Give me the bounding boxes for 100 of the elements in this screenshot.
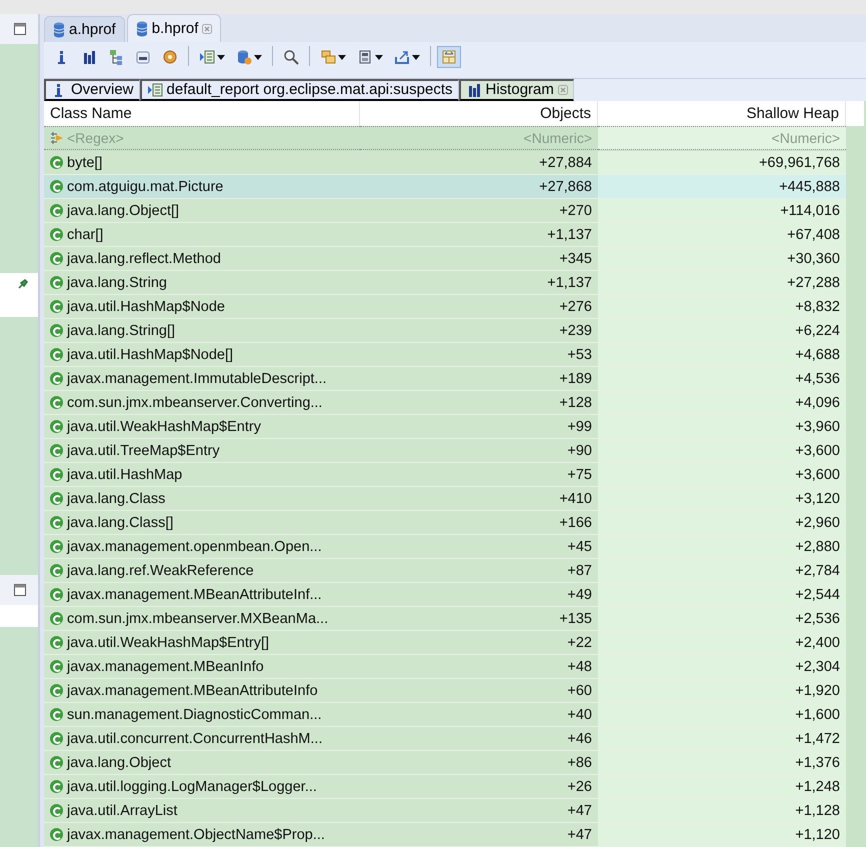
class-icon (50, 684, 63, 697)
caret-icon (217, 54, 225, 60)
class-icon (50, 468, 63, 481)
table-cell: +1,472 (598, 727, 846, 751)
table-cell: +90 (360, 439, 598, 463)
class-icon (50, 804, 63, 817)
table-cell: +49 (360, 583, 598, 607)
class-name-cell: javax.management.MBeanAttributeInfo (44, 679, 360, 703)
class-icon (50, 492, 63, 505)
class-icon (50, 396, 63, 409)
table-cell: +239 (360, 319, 598, 343)
table-cell: +4,536 (598, 367, 846, 391)
calculator-icon (357, 49, 373, 65)
table-cell: +75 (360, 463, 598, 487)
class-name-cell: char[] (44, 223, 360, 247)
tree-icon (108, 49, 124, 65)
editor-tab[interactable]: b.hprof (126, 14, 222, 42)
table-cell: +3,120 (598, 487, 846, 511)
class-name-cell: javax.management.ObjectName$Prop... (44, 823, 360, 847)
table-cell: +46 (360, 727, 598, 751)
class-icon (50, 828, 63, 841)
table-cell: +1,920 (598, 679, 846, 703)
table-cell: +2,536 (598, 607, 846, 631)
table-cell: +445,888 (598, 175, 846, 199)
table-cell: +135 (360, 607, 598, 631)
class-name-cell: javax.management.openmbean.Open... (44, 535, 360, 559)
table-cell: +27,288 (598, 271, 846, 295)
pin-icon[interactable] (18, 279, 28, 289)
class-icon (50, 276, 63, 289)
class-icon (50, 588, 63, 601)
class-name-cell: java.util.WeakHashMap$Entry (44, 415, 360, 439)
table-cell: +3,600 (598, 439, 846, 463)
class-name-cell: java.lang.Class[] (44, 511, 360, 535)
table-cell: +22 (360, 631, 598, 655)
database-icon (136, 20, 148, 36)
table-cell: +67,408 (598, 223, 846, 247)
editor-tab[interactable]: a.hprof (44, 16, 125, 42)
class-name-cell: java.lang.Class (44, 487, 360, 511)
table-cell: +1,137 (360, 271, 598, 295)
search-icon (283, 49, 299, 65)
class-name-cell: javax.management.MBeanAttributeInf... (44, 583, 360, 607)
view-tab[interactable]: Histogram (458, 78, 574, 101)
minimize-icon[interactable] (14, 23, 26, 35)
table-cell: +114,016 (598, 199, 846, 223)
filter-icon (50, 131, 64, 145)
table-cell: +2,304 (598, 655, 846, 679)
class-icon (50, 444, 63, 457)
class-name-cell: java.util.WeakHashMap$Entry[] (44, 631, 360, 655)
class-name-cell: java.lang.String (44, 271, 360, 295)
table-cell: +6,224 (598, 319, 846, 343)
table-cell: +48 (360, 655, 598, 679)
class-name-cell: java.lang.ref.WeakReference (44, 559, 360, 583)
table-cell: +1,248 (598, 775, 846, 799)
report-icon (199, 49, 215, 65)
table-cell: +60 (360, 679, 598, 703)
table-cell: +3,600 (598, 463, 846, 487)
table-cell: +69,961,768 (598, 151, 846, 175)
class-icon (50, 420, 63, 433)
table-cell: +410 (360, 487, 598, 511)
class-icon (50, 516, 63, 529)
table-cell: +128 (360, 391, 598, 415)
class-icon (50, 564, 63, 577)
table-cell: +166 (360, 511, 598, 535)
table-cell: +40 (360, 703, 598, 727)
table-cell: +345 (360, 247, 598, 271)
table-cell: +27,868 (360, 175, 598, 199)
class-name-cell: java.util.concurrent.ConcurrentHashM... (44, 727, 360, 751)
minimize-icon[interactable] (14, 584, 26, 596)
table-cell: +1,600 (598, 703, 846, 727)
table-cell: +2,880 (598, 535, 846, 559)
database-icon (53, 22, 65, 38)
class-name-cell: java.lang.Object (44, 751, 360, 775)
column-header[interactable]: Shallow Heap (598, 101, 846, 126)
table-cell: +27,884 (360, 151, 598, 175)
table-cell: +2,400 (598, 631, 846, 655)
table-cell: +53 (360, 343, 598, 367)
view-tab[interactable]: Overview (44, 78, 140, 101)
table-cell: +2,960 (598, 511, 846, 535)
class-icon (50, 636, 63, 649)
table-cell: +87 (360, 559, 598, 583)
class-name-cell: java.util.logging.LogManager$Logger... (44, 775, 360, 799)
class-icon (50, 780, 63, 793)
class-icon (50, 660, 63, 673)
class-icon (50, 324, 63, 337)
layout-icon (441, 49, 457, 65)
table-cell: +270 (360, 199, 598, 223)
table-cell: +276 (360, 295, 598, 319)
view-tab[interactable]: default_report org.eclipse.mat.api:suspects (140, 78, 459, 101)
caret-icon (412, 54, 420, 60)
table-cell: +8,832 (598, 295, 846, 319)
table-cell: +47 (360, 799, 598, 823)
column-header[interactable]: Objects (360, 101, 598, 126)
table-cell: +1,376 (598, 751, 846, 775)
class-icon (50, 756, 63, 769)
class-name-cell: com.sun.jmx.mbeanserver.Converting... (44, 391, 360, 415)
class-name-cell: javax.management.MBeanInfo (44, 655, 360, 679)
column-header[interactable]: Class Name (44, 101, 360, 126)
panel-toolbar (0, 605, 38, 627)
table-cell: +2,784 (598, 559, 846, 583)
class-icon (50, 732, 63, 745)
